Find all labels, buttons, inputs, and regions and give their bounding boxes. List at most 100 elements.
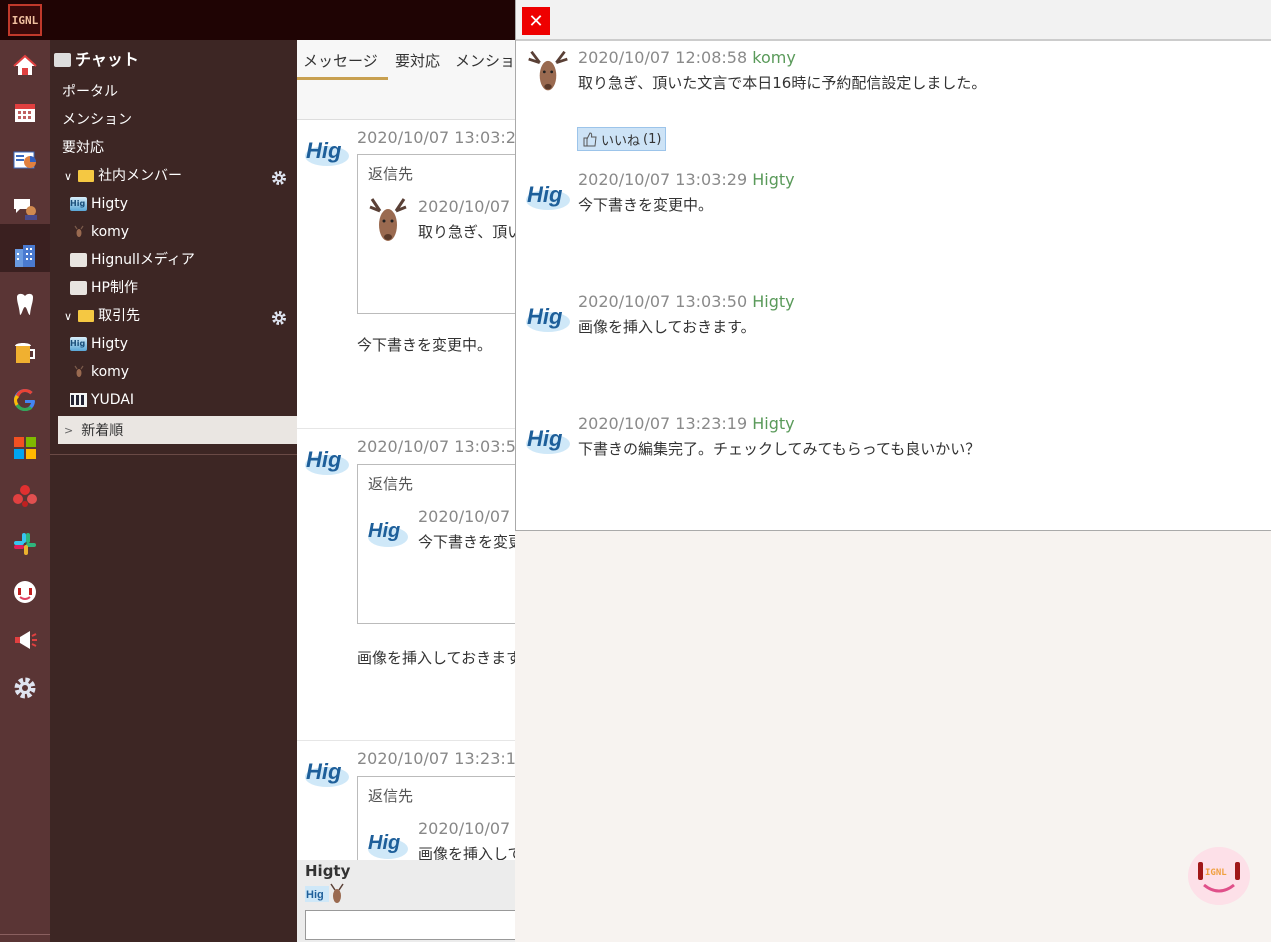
reply-timestamp: 2020/10/07 12:08:58 bbox=[418, 197, 515, 216]
svg-text:Hig: Hig bbox=[306, 138, 342, 163]
sidebar-item-mention[interactable]: メンション bbox=[62, 106, 309, 134]
higty-avatar-icon: Hig bbox=[305, 759, 349, 787]
beer-icon[interactable] bbox=[11, 338, 39, 366]
tab-messages[interactable]: メッセージ bbox=[303, 50, 378, 71]
thread-message-text: 下書きの編集完了。チェックしてみてもらっても良いかい？ bbox=[578, 440, 981, 458]
close-button[interactable]: ✕ bbox=[522, 7, 550, 35]
home-icon[interactable] bbox=[11, 52, 39, 80]
tab-action-required[interactable]: 要対応 bbox=[395, 50, 440, 71]
reply-quote[interactable]: 返信先 2020/10/07 12:08:58 取り急ぎ、頂いた文言で本日16時… bbox=[357, 154, 515, 314]
slack-icon[interactable] bbox=[11, 530, 39, 558]
thread-username[interactable]: Higty bbox=[752, 414, 794, 433]
thread-message-text: 画像を挿入しておきます。 bbox=[578, 318, 756, 336]
message-tabs: メッセージ 要対応 メンション bbox=[297, 40, 515, 80]
client-higty[interactable]: Higty bbox=[70, 330, 317, 358]
higty-avatar-icon bbox=[70, 197, 87, 211]
analytics-icon[interactable] bbox=[11, 146, 39, 174]
deer-avatar-icon bbox=[528, 50, 568, 91]
settings-icon[interactable] bbox=[11, 674, 39, 702]
tab-mentions[interactable]: メンション bbox=[455, 50, 515, 71]
higty-avatar-icon: Hig bbox=[526, 304, 570, 332]
svg-text:Hig: Hig bbox=[306, 447, 342, 472]
member-hp-production[interactable]: HP制作 bbox=[70, 274, 317, 302]
member-komy[interactable]: komy bbox=[70, 218, 317, 246]
thumbs-up-icon bbox=[583, 132, 597, 147]
thread-message-text: 今下書きを変更中。 bbox=[578, 196, 714, 214]
building-icon[interactable] bbox=[11, 242, 39, 270]
yudai-avatar-icon bbox=[70, 393, 87, 407]
message-item[interactable]: Hig 2020/10/07 13:03:29 返信先 2020/10/07 1… bbox=[297, 120, 515, 428]
mascot-icon[interactable]: IGNL bbox=[1188, 847, 1250, 905]
message-body: 画像を挿入しておきます。 bbox=[357, 649, 515, 667]
thread-header: ✕ bbox=[516, 0, 1271, 41]
google-icon[interactable] bbox=[11, 386, 39, 414]
svg-text:Hig: Hig bbox=[368, 520, 400, 542]
sidebar-item-action[interactable]: 要対応 bbox=[62, 134, 309, 162]
dots-icon[interactable] bbox=[11, 482, 39, 510]
sidebar-title: チャット bbox=[54, 46, 301, 74]
reply-label: 返信先 bbox=[368, 165, 414, 183]
message-list-panel: メッセージ 要対応 メンション Hig 2020/10/07 13:03:29 … bbox=[297, 40, 515, 942]
reply-text: 取り急ぎ、頂いた文言で本日16時に予約配信設定しました。 bbox=[418, 223, 515, 241]
chat-icon[interactable] bbox=[11, 194, 39, 222]
folder-icon bbox=[78, 170, 95, 182]
thread-message[interactable]: Hig 2020/10/07 13:23:19 Higty 下書きの編集完了。チ… bbox=[516, 412, 1271, 512]
client-komy[interactable]: komy bbox=[70, 358, 317, 386]
higty-avatar-icon: Hig bbox=[305, 447, 349, 475]
message-item[interactable]: Hig 2020/10/07 13:23:19 返信先 Hig 2020/10/… bbox=[297, 740, 515, 876]
thread-message-meta: 2020/10/07 12:08:58 komy bbox=[578, 48, 796, 67]
chevron-down-icon: ∨ bbox=[64, 309, 73, 323]
message-item[interactable]: Hig 2020/10/07 13:03:50 返信先 Hig 2020/10/… bbox=[297, 428, 515, 740]
tooth-icon[interactable] bbox=[11, 290, 39, 318]
thread-username[interactable]: komy bbox=[752, 48, 796, 67]
member-hignull-media[interactable]: Hignullメディア bbox=[70, 246, 317, 274]
thread-username[interactable]: Higty bbox=[752, 292, 794, 311]
member-higty[interactable]: Higty bbox=[70, 190, 317, 218]
group-avatar-icon bbox=[70, 253, 87, 267]
svg-text:Hig: Hig bbox=[306, 889, 324, 901]
deer-avatar-icon bbox=[369, 198, 407, 241]
message-body: 今下書きを変更中。 bbox=[357, 336, 493, 354]
reply-label: 返信先 bbox=[368, 787, 414, 805]
higty-avatar-icon: Hig bbox=[368, 520, 408, 547]
like-button[interactable]: いいね (1) bbox=[577, 127, 667, 151]
svg-text:IGNL: IGNL bbox=[1205, 868, 1227, 878]
microsoft-icon[interactable] bbox=[11, 434, 39, 462]
higty-avatar-icon: Hig bbox=[526, 182, 570, 210]
collapse-sidebar-button[interactable]: « bbox=[0, 934, 50, 942]
group-avatar-icon bbox=[70, 281, 87, 295]
gear-icon[interactable] bbox=[271, 170, 287, 186]
chevron-right-icon: > bbox=[64, 423, 74, 437]
chevron-down-icon: ∨ bbox=[64, 169, 73, 183]
character-icon[interactable] bbox=[11, 578, 39, 606]
message-input[interactable] bbox=[305, 910, 515, 940]
svg-text:Hig: Hig bbox=[527, 426, 563, 451]
sort-newest[interactable]: > 新着順 bbox=[58, 416, 297, 444]
reply-label: 返信先 bbox=[368, 475, 414, 493]
message-timestamp: 2020/10/07 13:03:29 bbox=[357, 128, 515, 147]
svg-text:Hig: Hig bbox=[306, 759, 342, 784]
thread-message[interactable]: Hig 2020/10/07 13:03:29 Higty 今下書きを変更中。 bbox=[516, 168, 1271, 268]
thread-username[interactable]: Higty bbox=[752, 170, 794, 189]
thread-message-meta: 2020/10/07 13:23:19 Higty bbox=[578, 414, 795, 433]
thread-message-meta: 2020/10/07 13:03:29 Higty bbox=[578, 170, 795, 189]
megaphone-icon[interactable] bbox=[11, 626, 39, 654]
sidebar-item-portal[interactable]: ポータル bbox=[62, 78, 309, 106]
composer-channel-name: Higty bbox=[305, 862, 351, 880]
tab-toolbar bbox=[297, 80, 515, 120]
higty-avatar-icon: Hig bbox=[526, 426, 570, 454]
reply-quote[interactable]: 返信先 Hig 2020/10/07 13:03:29 今下書きを変更中。 bbox=[357, 464, 515, 624]
calendar-icon[interactable] bbox=[11, 98, 39, 126]
higty-avatar-icon: Hig bbox=[305, 138, 349, 166]
thread-message-meta: 2020/10/07 13:03:50 Higty bbox=[578, 292, 795, 311]
participants-avatars: Hig bbox=[305, 883, 344, 903]
thread-message-text: 取り急ぎ、頂いた文言で本日16時に予約配信設定しました。 bbox=[578, 74, 987, 92]
composer: Higty Hig bbox=[297, 860, 515, 942]
thread-message[interactable]: Hig 2020/10/07 13:03:50 Higty 画像を挿入しておきま… bbox=[516, 290, 1271, 390]
client-yudai[interactable]: YUDAI bbox=[70, 386, 317, 414]
svg-text:Hig: Hig bbox=[527, 304, 563, 329]
reply-timestamp: 2020/10/07 13:03:50 bbox=[418, 819, 515, 838]
icon-rail: « bbox=[0, 40, 50, 942]
gear-icon[interactable] bbox=[271, 310, 287, 326]
app-logo[interactable]: IGNL bbox=[8, 4, 42, 36]
